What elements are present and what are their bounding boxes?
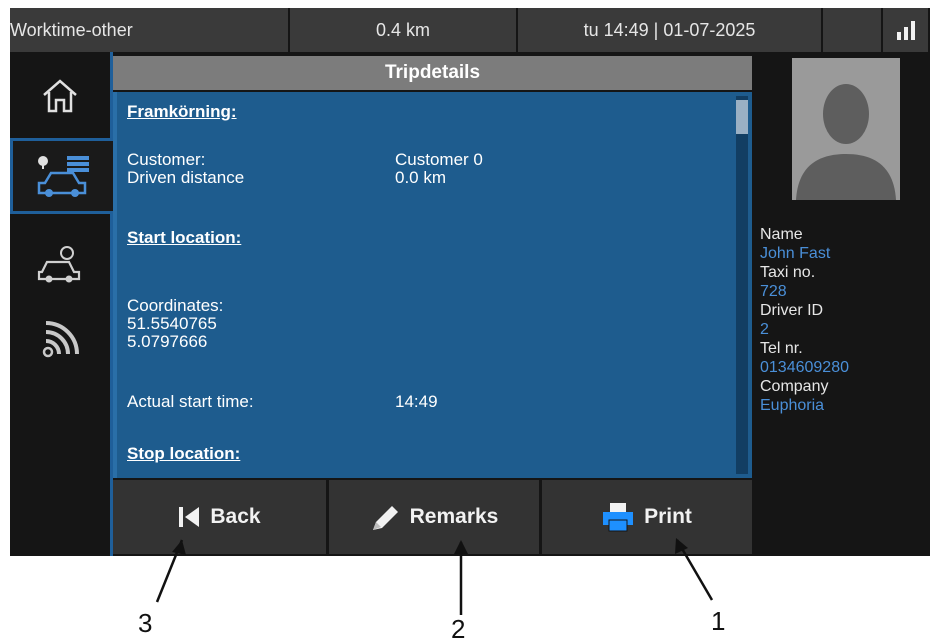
callout-arrowhead-remarks bbox=[454, 540, 468, 554]
callout-arrowhead-print bbox=[675, 538, 688, 554]
callout-number-back: 3 bbox=[138, 608, 153, 638]
callout-arrowhead-back bbox=[172, 540, 186, 555]
callout-number-print: 1 bbox=[711, 606, 726, 636]
callout-number-remarks: 2 bbox=[451, 614, 466, 644]
callout-arrows bbox=[155, 538, 714, 615]
